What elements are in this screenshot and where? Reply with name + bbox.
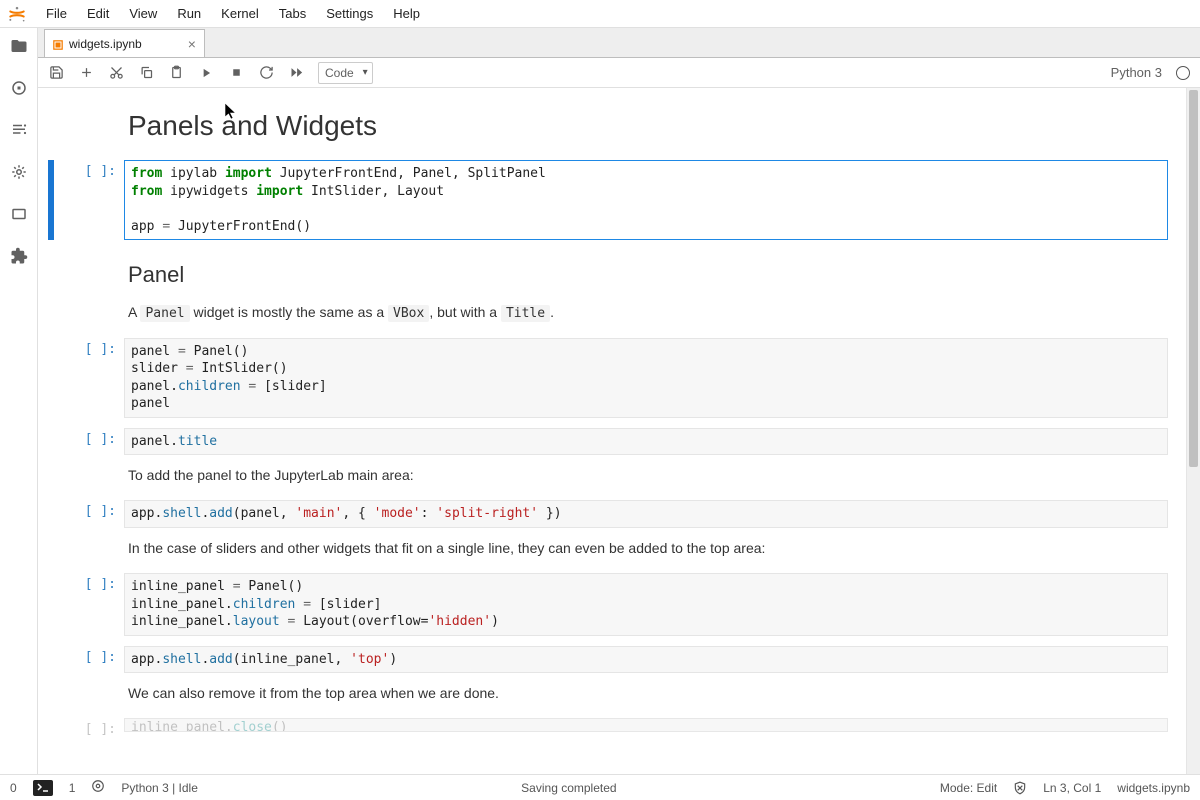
paragraph-panel-desc: A Panel widget is mostly the same as a V…: [128, 302, 1168, 324]
status-terminals-count[interactable]: 0: [10, 781, 17, 795]
cell-prompt: [ ]:: [54, 338, 124, 418]
menu-help[interactable]: Help: [383, 2, 430, 25]
scrollbar-thumb[interactable]: [1189, 90, 1198, 467]
stop-icon[interactable]: [228, 65, 244, 81]
code-editor[interactable]: inline_panel = Panel() inline_panel.chil…: [124, 573, 1168, 636]
heading-panel: Panel: [128, 262, 1168, 288]
cell-prompt: [ ]:: [54, 500, 124, 528]
code-cell-7[interactable]: [ ]: inline_panel.close(): [48, 718, 1168, 737]
notebook-file-icon: [53, 39, 63, 49]
status-bar: 0 1 Python 3 | Idle Saving completed Mod…: [0, 774, 1200, 800]
run-icon[interactable]: [198, 65, 214, 81]
mouse-cursor-icon: [224, 102, 238, 120]
status-kernel[interactable]: Python 3 | Idle: [121, 781, 198, 795]
add-cell-icon[interactable]: [78, 65, 94, 81]
paste-icon[interactable]: [168, 65, 184, 81]
cell-prompt: [ ]:: [54, 646, 124, 674]
cell-prompt: [ ]:: [54, 160, 124, 240]
cut-icon[interactable]: [108, 65, 124, 81]
notebook-toolbar: Code Python 3: [38, 58, 1200, 88]
menu-tabs[interactable]: Tabs: [269, 2, 316, 25]
paragraph-single-line: In the case of sliders and other widgets…: [128, 538, 1168, 559]
tab-label: widgets.ipynb: [69, 37, 142, 51]
paragraph-remove-top: We can also remove it from the top area …: [128, 683, 1168, 704]
cell-prompt: [ ]:: [54, 718, 124, 737]
copy-icon[interactable]: [138, 65, 154, 81]
kernel-sessions-icon[interactable]: [91, 779, 105, 796]
cell-prompt: [ ]:: [54, 428, 124, 456]
code-editor[interactable]: app.shell.add(inline_panel, 'top'): [124, 646, 1168, 674]
run-all-icon[interactable]: [288, 65, 304, 81]
restart-icon[interactable]: [258, 65, 274, 81]
tabs-icon[interactable]: [9, 204, 29, 224]
menu-view[interactable]: View: [119, 2, 167, 25]
document-tabs: widgets.ipynb ×: [38, 28, 1200, 58]
code-cell-1[interactable]: [ ]: from ipylab import JupyterFrontEnd,…: [48, 160, 1168, 240]
notebook-area[interactable]: Panels and Widgets [ ]: from ipylab impo…: [38, 88, 1186, 774]
tab-widgets-ipynb[interactable]: widgets.ipynb ×: [44, 29, 205, 57]
status-file[interactable]: widgets.ipynb: [1117, 781, 1190, 795]
menu-bar: File Edit View Run Kernel Tabs Settings …: [0, 0, 1200, 28]
menu-edit[interactable]: Edit: [77, 2, 119, 25]
menu-settings[interactable]: Settings: [316, 2, 383, 25]
running-terminals-icon[interactable]: [9, 78, 29, 98]
save-icon[interactable]: [48, 65, 64, 81]
code-cell-4[interactable]: [ ]: app.shell.add(panel, 'main', { 'mod…: [48, 500, 1168, 528]
code-cell-5[interactable]: [ ]: inline_panel = Panel() inline_panel…: [48, 573, 1168, 636]
menu-run[interactable]: Run: [167, 2, 211, 25]
commands-icon[interactable]: [9, 120, 29, 140]
status-saving: Saving completed: [521, 781, 616, 795]
paragraph-add-main: To add the panel to the JupyterLab main …: [128, 465, 1168, 486]
heading-panels-widgets: Panels and Widgets: [128, 110, 1168, 142]
cell-type-select[interactable]: Code: [318, 62, 373, 84]
status-kernels-count[interactable]: 1: [69, 781, 76, 795]
status-cursor[interactable]: Ln 3, Col 1: [1043, 781, 1101, 795]
left-activity-bar: [0, 28, 38, 774]
terminal-icon[interactable]: [33, 780, 53, 796]
property-inspector-icon[interactable]: [9, 162, 29, 182]
code-cell-2[interactable]: [ ]: panel = Panel() slider = IntSlider(…: [48, 338, 1168, 418]
cell-prompt: [ ]:: [54, 573, 124, 636]
kernel-name[interactable]: Python 3: [1111, 65, 1162, 80]
code-editor[interactable]: panel.title: [124, 428, 1168, 456]
code-cell-3[interactable]: [ ]: panel.title: [48, 428, 1168, 456]
scrollbar[interactable]: [1186, 88, 1200, 774]
status-mode[interactable]: Mode: Edit: [940, 781, 997, 795]
tab-close-icon[interactable]: ×: [188, 36, 196, 52]
menu-kernel[interactable]: Kernel: [211, 2, 269, 25]
jupyter-logo: [6, 3, 28, 25]
code-cell-6[interactable]: [ ]: app.shell.add(inline_panel, 'top'): [48, 646, 1168, 674]
code-editor[interactable]: panel = Panel() slider = IntSlider() pan…: [124, 338, 1168, 418]
file-browser-icon[interactable]: [9, 36, 29, 56]
menu-file[interactable]: File: [36, 2, 77, 25]
code-editor[interactable]: inline_panel.close(): [124, 718, 1168, 732]
code-editor[interactable]: app.shell.add(panel, 'main', { 'mode': '…: [124, 500, 1168, 528]
trusted-icon[interactable]: [1013, 781, 1027, 795]
extensions-icon[interactable]: [9, 246, 29, 266]
kernel-status-icon[interactable]: [1176, 66, 1190, 80]
code-editor[interactable]: from ipylab import JupyterFrontEnd, Pane…: [124, 160, 1168, 240]
cell-type-label: Code: [325, 66, 354, 80]
